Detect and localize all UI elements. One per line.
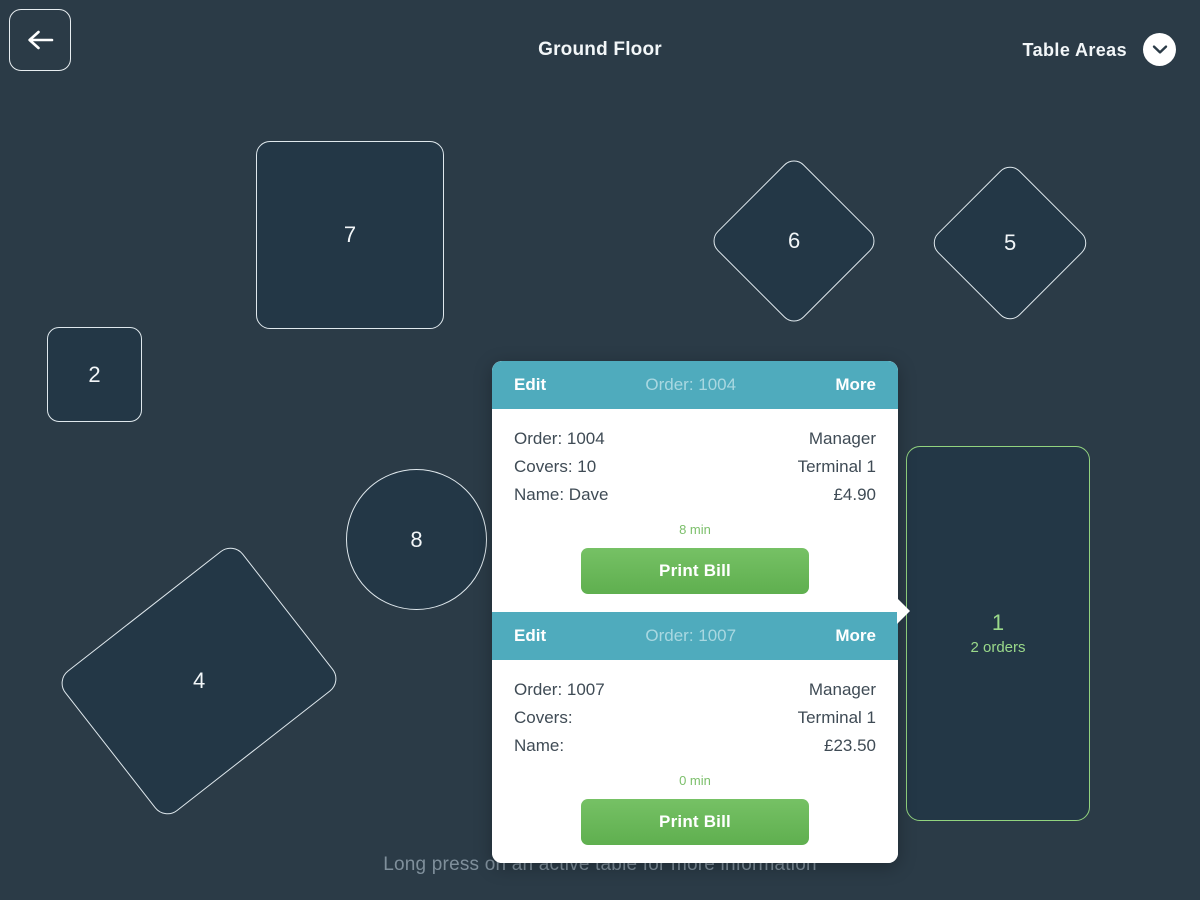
order-popup: Edit Order: 1004 More Order: 1004 Manage… bbox=[492, 361, 898, 863]
elapsed-time-text: 0 min bbox=[679, 773, 711, 788]
elapsed-time-text: 8 min bbox=[679, 522, 711, 537]
more-button[interactable]: More bbox=[835, 374, 876, 396]
table-label-group-2: 2 bbox=[88, 362, 100, 388]
covers-row: Covers: Terminal 1 bbox=[514, 704, 876, 732]
table-shape-4[interactable]: 4 bbox=[55, 541, 343, 821]
order-header-label: Order: 1004 bbox=[645, 375, 737, 394]
covers-row: Covers: 10 Terminal 1 bbox=[514, 453, 876, 481]
order-card: Edit Order: 1007 More Order: 1007 Manage… bbox=[492, 612, 898, 863]
covers-text: Covers: 10 bbox=[514, 457, 597, 476]
operator-text: Manager bbox=[808, 429, 876, 448]
customer-name-text: Name: Dave bbox=[514, 485, 609, 504]
table-number: 7 bbox=[343, 222, 357, 247]
table-number: 8 bbox=[410, 526, 423, 552]
table-label-group-5: 5 bbox=[1004, 230, 1016, 256]
table-orders-count: 2 orders bbox=[970, 639, 1026, 656]
order-card-header: Edit Order: 1007 More bbox=[492, 612, 898, 660]
table-shape-8[interactable]: 8 bbox=[346, 469, 487, 610]
order-number-text: Order: 1004 bbox=[514, 429, 605, 448]
edit-button[interactable]: Edit bbox=[514, 374, 546, 396]
table-shape-6[interactable]: 6 bbox=[707, 154, 881, 328]
table-number: 5 bbox=[1003, 230, 1017, 255]
print-bill-button[interactable]: Print Bill bbox=[581, 548, 809, 594]
table-label-group-6: 6 bbox=[788, 228, 800, 254]
table-number: 1 bbox=[991, 610, 1005, 635]
customer-name-text: Name: bbox=[514, 736, 565, 755]
order-row: Order: 1007 Manager bbox=[514, 676, 876, 704]
table-number: 2 bbox=[88, 361, 101, 387]
order-row: Order: 1004 Manager bbox=[514, 425, 876, 453]
popup-pointer-arrow bbox=[897, 598, 910, 624]
order-header-label: Order: 1007 bbox=[645, 626, 737, 645]
order-number-text: Order: 1007 bbox=[514, 680, 605, 699]
order-amount-text: £23.50 bbox=[824, 736, 876, 755]
table-shape-2[interactable]: 2 bbox=[47, 327, 142, 422]
terminal-text: Terminal 1 bbox=[797, 457, 876, 476]
order-card: Edit Order: 1004 More Order: 1004 Manage… bbox=[492, 361, 898, 612]
table-shape-7[interactable]: 7 bbox=[256, 141, 444, 329]
table-number: 6 bbox=[787, 228, 801, 253]
order-amount-text: £4.90 bbox=[833, 485, 876, 504]
operator-text: Manager bbox=[808, 680, 876, 699]
terminal-text: Terminal 1 bbox=[797, 708, 876, 727]
edit-button[interactable]: Edit bbox=[514, 625, 546, 647]
table-label-group-1: 1 2 orders bbox=[970, 610, 1025, 657]
table-number: 4 bbox=[192, 668, 206, 693]
order-card-header: Edit Order: 1004 More bbox=[492, 361, 898, 409]
table-label-group-7: 7 bbox=[344, 222, 356, 248]
covers-text: Covers: bbox=[514, 708, 573, 727]
table-shape-1[interactable]: 1 2 orders bbox=[906, 446, 1090, 821]
more-button[interactable]: More bbox=[835, 625, 876, 647]
order-card-body: Order: 1007 Manager Covers: Terminal 1 N… bbox=[492, 660, 898, 863]
table-label-group-8: 8 bbox=[410, 527, 422, 553]
table-plan-screen: Ground Floor Table Areas 7 6 5 2 8 4 1 2… bbox=[0, 0, 1200, 900]
print-bill-button[interactable]: Print Bill bbox=[581, 799, 809, 845]
table-label-group-4: 4 bbox=[193, 668, 205, 694]
order-card-body: Order: 1004 Manager Covers: 10 Terminal … bbox=[492, 409, 898, 612]
name-row: Name: £23.50 bbox=[514, 732, 876, 760]
name-row: Name: Dave £4.90 bbox=[514, 481, 876, 509]
table-shape-5[interactable]: 5 bbox=[927, 160, 1093, 326]
